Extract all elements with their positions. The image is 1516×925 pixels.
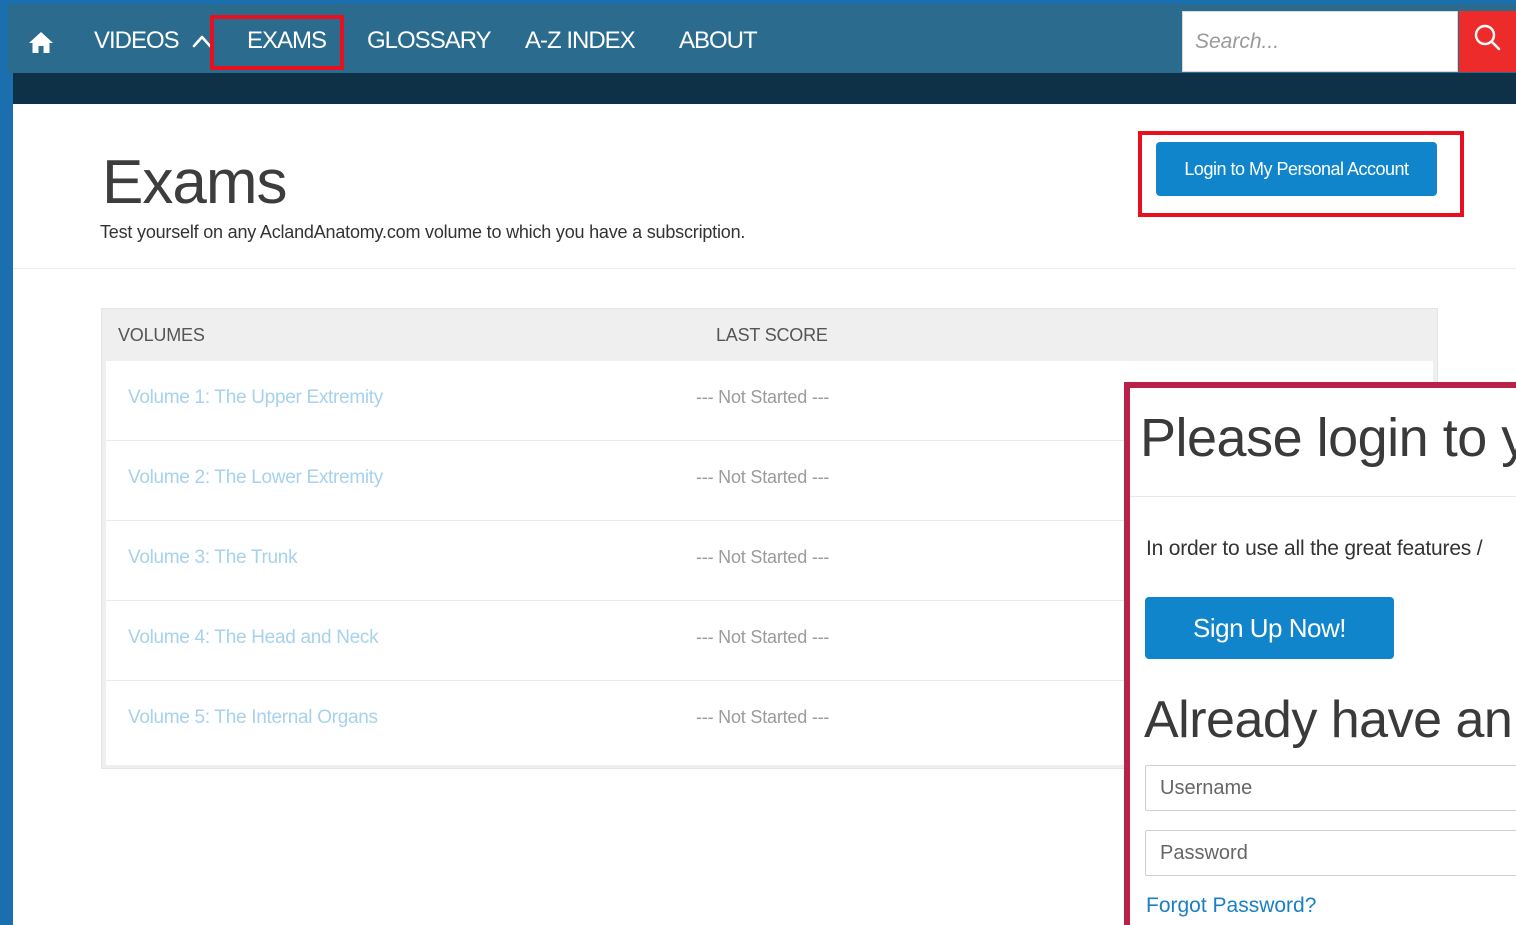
nav-sub-strip — [13, 73, 1516, 104]
nav-about[interactable]: ABOUT — [679, 26, 758, 56]
page-subtitle: Test yourself on any AclandAnatomy.com v… — [100, 222, 746, 242]
login-modal: Please login to y In order to use all th… — [1124, 382, 1516, 925]
username-field — [1145, 765, 1516, 811]
sign-up-button[interactable]: Sign Up Now! — [1145, 597, 1394, 659]
last-score: --- Not Started --- — [696, 547, 830, 567]
column-header-volumes: VOLUMES — [118, 325, 205, 345]
search-input[interactable] — [1183, 12, 1457, 71]
last-score: --- Not Started --- — [696, 627, 830, 647]
search-button[interactable] — [1459, 11, 1516, 72]
password-field — [1145, 830, 1516, 876]
last-score: --- Not Started --- — [696, 387, 830, 407]
password-input[interactable] — [1146, 831, 1516, 875]
modal-description: In order to use all the great features / — [1146, 537, 1483, 560]
username-input[interactable] — [1146, 766, 1516, 810]
last-score: --- Not Started --- — [696, 707, 830, 727]
column-header-last-score: LAST SCORE — [716, 325, 828, 345]
nav-glossary[interactable]: GLOSSARY — [367, 26, 492, 56]
modal-divider — [1130, 496, 1516, 497]
modal-title: Please login to y — [1140, 408, 1516, 468]
volume-link[interactable]: Volume 2: The Lower Extremity — [128, 467, 383, 489]
volume-link[interactable]: Volume 3: The Trunk — [128, 547, 298, 569]
forgot-password-link[interactable]: Forgot Password? — [1146, 894, 1316, 918]
volume-link[interactable]: Volume 5: The Internal Organs — [128, 707, 378, 729]
search-box — [1182, 11, 1458, 72]
exams-highlight-box — [210, 15, 344, 70]
window-frame-left — [0, 0, 13, 925]
last-score: --- Not Started --- — [696, 467, 830, 487]
home-icon[interactable] — [28, 30, 54, 54]
modal-login-heading: Already have an — [1144, 691, 1513, 749]
search-icon — [1459, 24, 1516, 76]
page-title: Exams — [102, 148, 287, 217]
volume-link[interactable]: Volume 4: The Head and Neck — [128, 627, 379, 649]
nav-videos[interactable]: VIDEOS — [94, 26, 180, 56]
login-highlight-box — [1138, 131, 1464, 217]
header-divider — [13, 268, 1516, 269]
volume-link[interactable]: Volume 1: The Upper Extremity — [128, 387, 383, 409]
nav-a-z-index[interactable]: A-Z INDEX — [525, 26, 636, 56]
